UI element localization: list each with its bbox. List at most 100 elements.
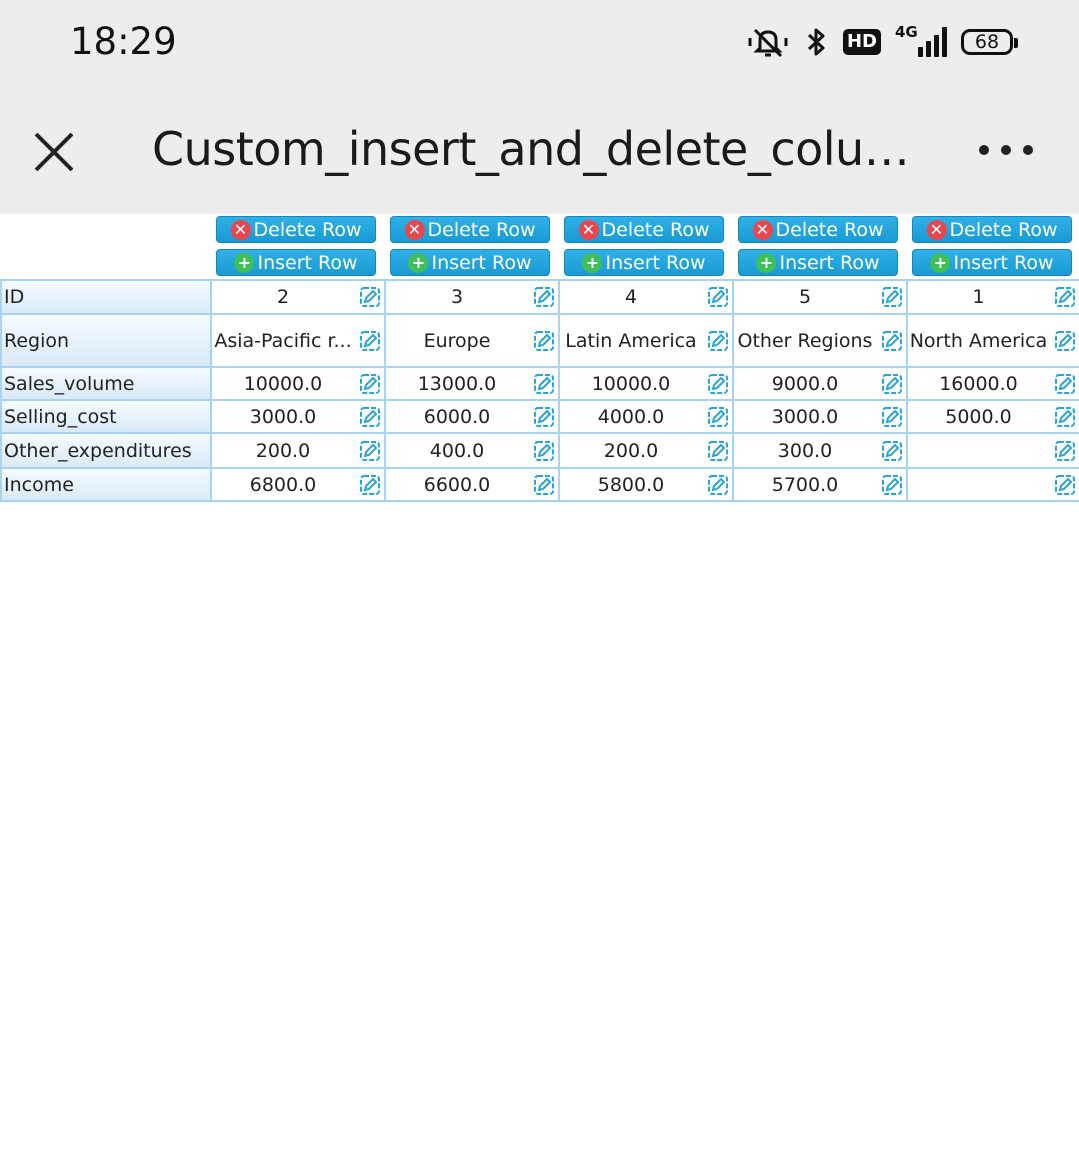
table-cell[interactable]: Other Regions <box>732 313 908 368</box>
table-cell[interactable] <box>906 432 1079 469</box>
edit-icon[interactable] <box>881 286 903 308</box>
edit-icon[interactable] <box>1054 440 1076 462</box>
insert-row-button[interactable]: + Insert Row <box>912 249 1072 276</box>
battery-level: 68 <box>974 31 1000 53</box>
table-cell[interactable]: Asia-Pacific r... <box>210 313 386 368</box>
insert-row-label: Insert Row <box>431 251 532 274</box>
table-cell[interactable]: 2 <box>210 279 386 315</box>
edit-icon[interactable] <box>359 373 381 395</box>
table-cell[interactable]: 4000.0 <box>558 399 734 434</box>
column-actions-3: ✕ Delete Row + Insert Row <box>564 216 724 282</box>
delete-row-button[interactable]: ✕ Delete Row <box>738 216 898 243</box>
table-cell[interactable]: 6600.0 <box>384 467 560 502</box>
edit-icon[interactable] <box>533 474 555 496</box>
column-actions-4: ✕ Delete Row + Insert Row <box>738 216 898 282</box>
hd-badge: HD <box>842 29 881 55</box>
edit-icon[interactable] <box>1054 474 1076 496</box>
delete-row-label: Delete Row <box>775 218 884 241</box>
dot-icon <box>1023 145 1033 155</box>
table-cell[interactable]: North America <box>906 313 1079 368</box>
edit-icon[interactable] <box>359 330 381 352</box>
edit-icon[interactable] <box>533 330 555 352</box>
delete-row-button[interactable]: ✕ Delete Row <box>912 216 1072 243</box>
table-cell[interactable]: 5000.0 <box>906 399 1079 434</box>
table-cell[interactable]: 400.0 <box>384 432 560 469</box>
table-cell[interactable]: 200.0 <box>210 432 386 469</box>
edit-icon[interactable] <box>881 406 903 428</box>
table-cell[interactable]: 10000.0 <box>210 366 386 401</box>
column-actions: ✕ Delete Row + Insert Row ✕ Delete Row +… <box>0 216 1079 278</box>
delete-icon: ✕ <box>752 219 773 240</box>
table-cell[interactable]: 6000.0 <box>384 399 560 434</box>
edit-icon[interactable] <box>707 330 729 352</box>
column-actions-5: ✕ Delete Row + Insert Row <box>912 216 1072 282</box>
delete-icon: ✕ <box>404 219 425 240</box>
edit-icon[interactable] <box>707 286 729 308</box>
delete-icon: ✕ <box>578 219 599 240</box>
table-cell[interactable]: 1 <box>906 279 1079 315</box>
edit-icon[interactable] <box>707 373 729 395</box>
delete-icon: ✕ <box>926 219 947 240</box>
insert-row-button[interactable]: + Insert Row <box>738 249 898 276</box>
edit-icon[interactable] <box>533 286 555 308</box>
table-cell[interactable]: 300.0 <box>732 432 908 469</box>
insert-row-button[interactable]: + Insert Row <box>216 249 376 276</box>
table-cell[interactable]: 10000.0 <box>558 366 734 401</box>
edit-icon[interactable] <box>533 406 555 428</box>
table-cell[interactable]: 13000.0 <box>384 366 560 401</box>
row-header: Sales_volume <box>0 366 212 401</box>
add-icon: + <box>756 252 777 273</box>
table-cell[interactable]: 3000.0 <box>210 399 386 434</box>
edit-icon[interactable] <box>359 474 381 496</box>
delete-row-label: Delete Row <box>427 218 536 241</box>
table-cell[interactable]: 9000.0 <box>732 366 908 401</box>
title-bar: Custom_insert_and_delete_column_... <box>0 90 1079 214</box>
table-cell[interactable]: 4 <box>558 279 734 315</box>
edit-icon[interactable] <box>707 474 729 496</box>
table-row-cost: Selling_cost 3000.0 6000.0 4000.0 3000.0… <box>0 399 1079 434</box>
table-cell[interactable]: 5700.0 <box>732 467 908 502</box>
edit-icon[interactable] <box>881 440 903 462</box>
edit-icon[interactable] <box>881 330 903 352</box>
edit-icon[interactable] <box>707 440 729 462</box>
table-cell[interactable]: 3 <box>384 279 560 315</box>
table-cell[interactable]: 16000.0 <box>906 366 1079 401</box>
edit-icon[interactable] <box>359 286 381 308</box>
row-header: Selling_cost <box>0 399 212 434</box>
insert-row-button[interactable]: + Insert Row <box>564 249 724 276</box>
edit-icon[interactable] <box>881 373 903 395</box>
table-cell[interactable]: 5800.0 <box>558 467 734 502</box>
table-cell[interactable]: 3000.0 <box>732 399 908 434</box>
edit-icon[interactable] <box>1054 373 1076 395</box>
edit-icon[interactable] <box>881 474 903 496</box>
table-cell[interactable]: Europe <box>384 313 560 368</box>
vibrate-mute-icon <box>748 28 788 58</box>
more-options-button[interactable] <box>979 140 1033 160</box>
edit-icon[interactable] <box>707 406 729 428</box>
delete-row-button[interactable]: ✕ Delete Row <box>390 216 550 243</box>
edit-icon[interactable] <box>359 440 381 462</box>
table-cell[interactable]: 5 <box>732 279 908 315</box>
edit-icon[interactable] <box>1054 406 1076 428</box>
page-title: Custom_insert_and_delete_column_... <box>152 122 922 176</box>
add-icon: + <box>582 252 603 273</box>
insert-row-label: Insert Row <box>605 251 706 274</box>
delete-row-label: Delete Row <box>253 218 362 241</box>
table-cell[interactable]: Latin America <box>558 313 734 368</box>
edit-icon[interactable] <box>359 406 381 428</box>
close-icon[interactable] <box>30 128 78 176</box>
row-header: Other_expenditures <box>0 432 212 469</box>
edit-icon[interactable] <box>1054 330 1076 352</box>
edit-icon[interactable] <box>533 440 555 462</box>
delete-row-button[interactable]: ✕ Delete Row <box>564 216 724 243</box>
insert-row-button[interactable]: + Insert Row <box>390 249 550 276</box>
table-cell[interactable]: 6800.0 <box>210 467 386 502</box>
edit-icon[interactable] <box>533 373 555 395</box>
edit-icon[interactable] <box>1054 286 1076 308</box>
delete-row-button[interactable]: ✕ Delete Row <box>216 216 376 243</box>
table-cell[interactable]: 200.0 <box>558 432 734 469</box>
insert-row-label: Insert Row <box>779 251 880 274</box>
table-cell[interactable] <box>906 467 1079 502</box>
bluetooth-icon <box>807 28 825 56</box>
insert-row-label: Insert Row <box>953 251 1054 274</box>
